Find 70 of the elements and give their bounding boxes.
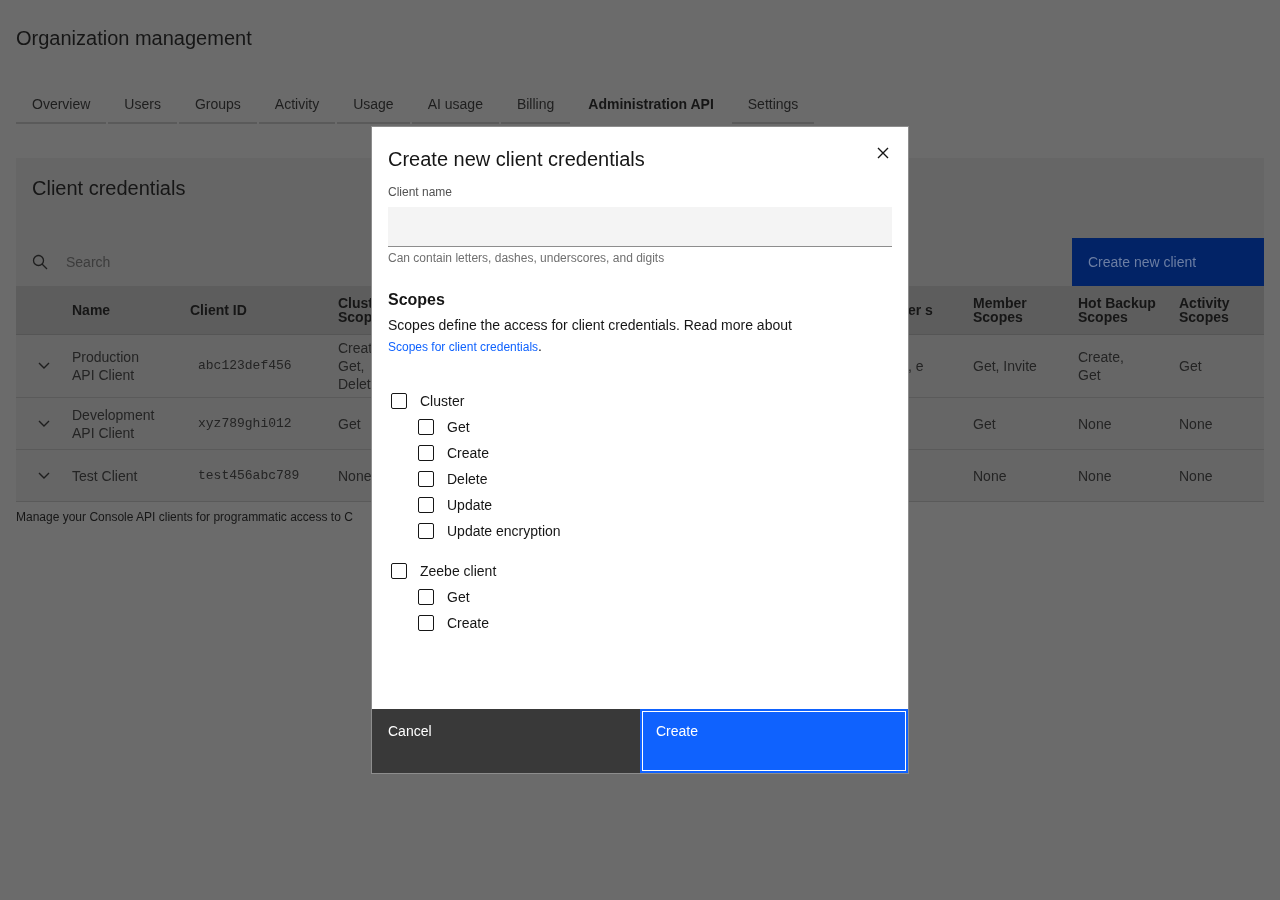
checkbox[interactable] [418, 445, 434, 461]
client-name-field[interactable] [388, 207, 892, 247]
chevron-down-icon[interactable] [38, 419, 50, 428]
card-title: Client credentials [32, 176, 186, 200]
checkbox[interactable] [418, 523, 434, 539]
table-cell-text: None [1078, 466, 1113, 485]
table-cell-text: test456abc789 [197, 466, 301, 485]
column-header: Client ID [190, 303, 248, 317]
cancel-button[interactable]: Cancel [372, 709, 640, 773]
table-cell-text: None [1078, 414, 1113, 433]
footer-note: Manage your Console API clients for programmatic access to C [16, 510, 353, 524]
checkbox[interactable] [418, 419, 434, 435]
checkbox-label: Zeebe client [420, 563, 497, 579]
checkbox[interactable] [418, 471, 434, 487]
tab[interactable]: Users [108, 86, 177, 124]
checkbox-label: Create [447, 445, 490, 461]
table-cell-text: None [1179, 466, 1214, 485]
table-cell-text: Test Client [72, 466, 139, 485]
checkbox[interactable] [418, 589, 434, 605]
checkbox-label: Get [447, 419, 470, 435]
tab[interactable]: Settings [731, 86, 815, 124]
close-icon[interactable] [877, 147, 889, 159]
table-cell-text: abc123def456 [197, 357, 293, 375]
tab[interactable]: Administration API [572, 86, 730, 124]
column-header: er s [908, 303, 934, 317]
tab[interactable]: Overview [16, 86, 107, 124]
chevron-down-icon[interactable] [38, 362, 50, 370]
checkbox-label: Update encryption [447, 523, 561, 539]
checkbox[interactable] [391, 563, 407, 579]
column-header: Name [72, 303, 112, 317]
checkbox-label: Delete [447, 471, 488, 487]
checkbox[interactable] [418, 497, 434, 513]
table-cell-text: xyz789ghi012 [197, 414, 293, 433]
table-cell-text: Create, Get [1078, 348, 1125, 384]
checkbox[interactable] [391, 393, 407, 409]
page-title: Organization management [16, 26, 253, 50]
checkbox-label: Create [447, 615, 490, 631]
helper-text: Can contain letters, dashes, underscores, and digits [388, 251, 666, 265]
table-cell-text: None [1179, 414, 1214, 433]
tab[interactable]: Activity [258, 86, 336, 124]
column-header: Hot Backup Scopes [1078, 296, 1157, 324]
table-cell: Creat Get, Delet [338, 339, 374, 393]
scopes-description: Scopes define the access for client credentials. Read more about Scopes for client credentials. [388, 316, 793, 356]
tab[interactable]: Billing [500, 86, 571, 124]
table-cell-text: Production API Client [72, 348, 140, 384]
table-cell-text: Development API Client [72, 405, 156, 442]
tab[interactable]: Groups [178, 86, 257, 124]
checkbox[interactable] [418, 615, 434, 631]
table-cell-text: , e [908, 357, 925, 375]
search-icon [32, 254, 48, 270]
modal-title: Create new client credentials [388, 147, 645, 171]
column-header: Activity Scopes [1179, 296, 1231, 324]
table-cell-text: None [338, 466, 373, 485]
column-header: Clust Scop [338, 296, 374, 324]
tab[interactable]: AI usage [411, 86, 499, 124]
table-cell-text: Get [973, 414, 997, 433]
table-cell-text: None [973, 466, 1008, 485]
create-client-button[interactable]: Create new client [1072, 238, 1264, 286]
scopes-heading: Scopes [388, 291, 446, 309]
create-button[interactable]: Create [640, 709, 908, 773]
table-cell-text: Get, Invite [973, 357, 1038, 375]
checkbox-label: Cluster [420, 393, 465, 409]
table-cell-text: Get [1179, 357, 1203, 375]
checkbox-label: Update [447, 497, 493, 513]
tab[interactable]: Usage [337, 86, 410, 124]
field-label: Client name [388, 185, 454, 199]
checkbox-label: Get [447, 589, 470, 605]
chevron-down-icon[interactable] [38, 471, 50, 480]
column-header: Member Scopes [973, 296, 1028, 324]
table-cell-text: Get [338, 414, 362, 433]
